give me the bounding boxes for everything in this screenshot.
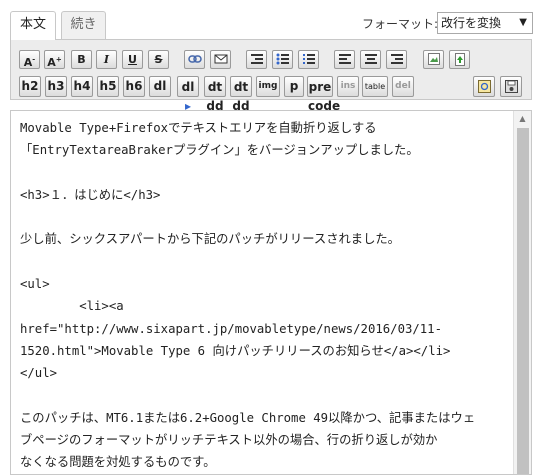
italic-button[interactable]: I bbox=[96, 50, 117, 69]
tab-body[interactable]: 本文 bbox=[10, 11, 56, 40]
font-larger-button[interactable]: A+ bbox=[44, 50, 65, 69]
underline-button[interactable]: U bbox=[122, 50, 143, 69]
dt-dd-button[interactable]: dt dd bbox=[204, 76, 226, 113]
editor-line: Movable Type+Firefoxでテキストエリアを自動折り返しする bbox=[20, 121, 377, 135]
entry-body-textarea[interactable]: Movable Type+Firefoxでテキストエリアを自動折り返しする「En… bbox=[10, 110, 532, 475]
envelope-icon bbox=[214, 54, 227, 64]
dl-button[interactable]: dl bbox=[149, 76, 171, 97]
numbered-list-icon bbox=[302, 54, 315, 64]
align-center-icon bbox=[364, 54, 377, 64]
font-increase-icon: A+ bbox=[47, 55, 62, 69]
h4-button[interactable]: h4 bbox=[71, 76, 93, 97]
editor-line: なくなる問題を対処するものです。 bbox=[20, 455, 216, 470]
table-button[interactable]: table bbox=[362, 76, 388, 97]
save-button[interactable] bbox=[500, 76, 522, 97]
align-right-button[interactable] bbox=[386, 50, 407, 69]
del-button[interactable]: del bbox=[392, 76, 414, 97]
editor-line: このパッチは、MT6.1または6.2+Google Chrome 49以降かつ、… bbox=[20, 410, 476, 425]
format-label: フォーマット: bbox=[362, 17, 439, 31]
image-icon bbox=[427, 53, 440, 65]
font-smaller-button[interactable]: A- bbox=[19, 50, 40, 69]
indent-icon bbox=[250, 54, 263, 64]
h3-button[interactable]: h3 bbox=[45, 76, 67, 97]
scroll-up-arrow-icon[interactable]: ▲ bbox=[514, 111, 531, 127]
dl-dt-button[interactable]: dl ▸ bbox=[177, 76, 199, 113]
dt-dd-2-button[interactable]: dt dd bbox=[230, 76, 252, 113]
editor-line: <ul> bbox=[20, 277, 50, 292]
h6-button[interactable]: h6 bbox=[123, 76, 145, 97]
editor-line: 少し前、シックスアパートから下記のパッチがリリースされました。 bbox=[20, 232, 400, 247]
chevron-down-icon: ▼ bbox=[519, 17, 527, 28]
editor-line: <h3>１．はじめに</h3> bbox=[20, 187, 161, 202]
link-button[interactable] bbox=[184, 50, 205, 69]
font-decrease-icon: A- bbox=[23, 55, 36, 69]
email-button[interactable] bbox=[210, 50, 231, 69]
preview-button[interactable] bbox=[473, 76, 495, 97]
ins-button[interactable]: ins bbox=[337, 76, 359, 97]
editor-line: </ul> bbox=[20, 366, 58, 381]
entry-body-text: Movable Type+Firefoxでテキストエリアを自動折り返しする「En… bbox=[20, 117, 504, 474]
pre-code-button[interactable]: pre code bbox=[307, 76, 340, 113]
numbered-list-button[interactable] bbox=[298, 50, 319, 69]
align-right-icon bbox=[390, 54, 403, 64]
p-button[interactable]: p bbox=[284, 76, 304, 97]
preview-icon bbox=[477, 80, 491, 93]
bullet-list-button[interactable] bbox=[272, 50, 293, 69]
img-button[interactable]: img bbox=[256, 76, 280, 97]
link-icon bbox=[187, 55, 202, 63]
align-left-button[interactable] bbox=[334, 50, 355, 69]
bold-button[interactable]: B bbox=[71, 50, 92, 69]
strikethrough-button[interactable]: S bbox=[148, 50, 169, 69]
tab-continued[interactable]: 続き bbox=[61, 11, 106, 39]
editor-line: <li><a bbox=[20, 299, 124, 314]
bullet-list-icon bbox=[276, 53, 289, 65]
editor-toolbar: A- A+ B I U S h2 h3 h4 h5 h6 dl dl ▸ dt … bbox=[10, 39, 532, 113]
vertical-scrollbar[interactable]: ▲ bbox=[513, 111, 531, 474]
format-selected-value: 改行を変換 bbox=[441, 16, 502, 30]
tab-bar: 本文 続き フォーマット: 改行を変換 ▼ bbox=[0, 0, 542, 40]
insert-image-button[interactable] bbox=[423, 50, 444, 69]
insert-file-button[interactable] bbox=[449, 50, 470, 69]
save-icon bbox=[504, 80, 518, 93]
editor-line: href="http://www.sixapart.jp/movabletype… bbox=[20, 321, 442, 336]
format-select[interactable]: 改行を変換 ▼ bbox=[437, 12, 533, 34]
align-center-button[interactable] bbox=[360, 50, 381, 69]
scroll-thumb[interactable] bbox=[517, 128, 529, 474]
indent-button[interactable] bbox=[246, 50, 267, 69]
editor-line: 1520.html">Movable Type 6 向けパッチリリースのお知らせ… bbox=[20, 343, 451, 358]
h5-button[interactable]: h5 bbox=[97, 76, 119, 97]
editor-line: 「EntryTextareaBrakerプラグイン」をバージョンアップしました。 bbox=[20, 143, 419, 158]
upload-file-icon bbox=[454, 53, 465, 66]
align-left-icon bbox=[338, 54, 351, 64]
editor-line: ブページのフォーマットがリッチテキスト以外の場合、行の折り返しが効か bbox=[20, 433, 438, 448]
h2-button[interactable]: h2 bbox=[19, 76, 41, 97]
